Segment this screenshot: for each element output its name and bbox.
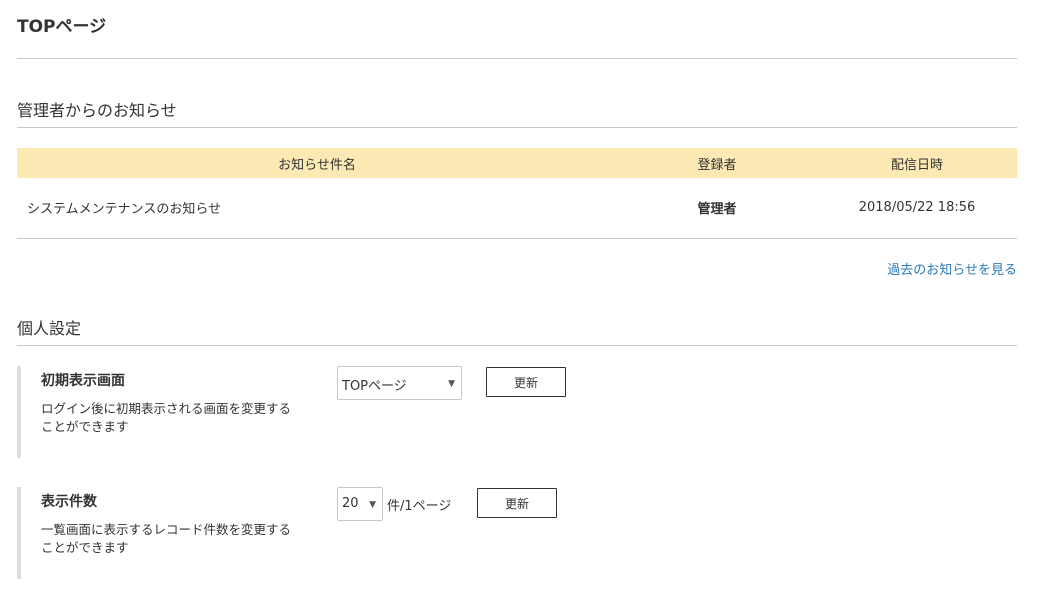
display-count-selected-value: 20 [342,496,359,511]
column-header-subject: お知らせ件名 [17,148,617,178]
display-count-unit: 件/1ページ [387,499,452,514]
column-header-date: 配信日時 [817,148,1017,178]
notice-author: 管理者 [617,178,817,239]
chevron-down-icon: ▼ [448,379,455,389]
chevron-down-icon: ▼ [369,500,376,510]
personal-settings-section-title: 個人設定 [17,319,82,338]
notice-subject[interactable]: システムメンテナンスのお知らせ [17,178,617,239]
initial-screen-title: 初期表示画面 [41,373,125,389]
notices-section-title: 管理者からのお知らせ [17,101,177,120]
table-row[interactable]: システムメンテナンスのお知らせ 管理者 2018/05/22 18:56 [17,178,1017,239]
initial-screen-selected-value: TOPページ [342,379,407,394]
column-header-author: 登録者 [617,148,817,178]
page-title: TOPページ [17,17,107,37]
divider [17,345,1017,346]
divider [17,58,1017,59]
table-header-row: お知らせ件名 登録者 配信日時 [17,148,1017,178]
display-count-description: 一覧画面に表示するレコード件数を変更することができます [41,522,292,555]
notices-table: お知らせ件名 登録者 配信日時 システムメンテナンスのお知らせ 管理者 2018… [17,148,1017,239]
initial-screen-update-button[interactable]: 更新 [486,367,566,397]
notice-date: 2018/05/22 18:56 [817,178,1017,239]
display-count-update-button[interactable]: 更新 [477,488,557,518]
initial-screen-description: ログイン後に初期表示される画面を変更することができます [41,401,292,434]
display-count-select[interactable]: 20 ▼ [337,487,383,521]
divider [17,127,1017,128]
display-count-title: 表示件数 [41,494,97,510]
past-notices-link[interactable]: 過去のお知らせを見る [887,259,1017,278]
initial-screen-select[interactable]: TOPページ ▼ [337,366,462,400]
